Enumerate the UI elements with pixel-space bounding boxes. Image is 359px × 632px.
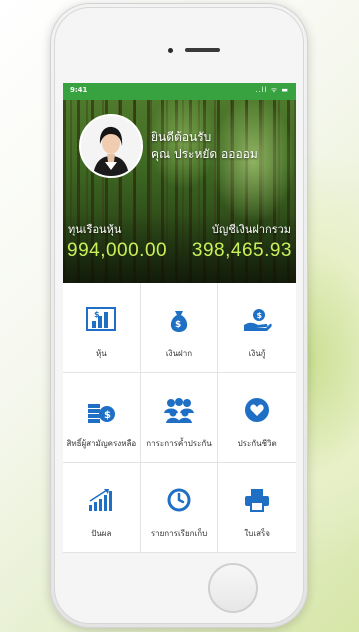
svg-text:$: $: [104, 410, 111, 421]
deposit-total-label: บัญชีเงินฝากรวม: [211, 223, 291, 236]
clock-icon: [162, 485, 196, 515]
status-icons: ..ll ᯤ ▬: [255, 86, 289, 94]
money-bag-icon: $: [162, 305, 196, 335]
share-capital-label: ทุนเรือนหุ้น: [68, 223, 122, 236]
menu-label: การะการค้ำประกัน: [146, 439, 212, 448]
menu-label: เงินฝาก: [165, 349, 193, 358]
home-button[interactable]: [208, 563, 258, 613]
profile-header: ยินดีต้อนรับ คุณ ประหยัด ออออม ทุนเรือนห…: [63, 100, 296, 283]
menu-item-dividend[interactable]: ปันผล: [63, 463, 141, 553]
menu-item-deposit[interactable]: $ เงินฝาก: [140, 283, 219, 373]
printer-icon: [240, 485, 274, 515]
app-screen: 9:41 ..ll ᯤ ▬ ยินดีต้อนรับ คุณ ประหยัด อ…: [63, 83, 296, 553]
menu-label: ใบเสร็จ: [244, 529, 270, 538]
menu-item-billing[interactable]: รายการเรียกเก็บ: [140, 463, 219, 553]
menu-grid: $ หุ้น $ เงินฝาก $ เงินกู้ $ สิทธิ์ผู้สา…: [63, 283, 296, 553]
menu-item-life-insurance[interactable]: ประกันชีวิต: [218, 373, 296, 463]
group-people-icon: [162, 395, 196, 425]
menu-item-receipt[interactable]: ใบเสร็จ: [218, 463, 296, 553]
svg-text:$: $: [94, 310, 100, 319]
speaker-grille: [185, 48, 220, 52]
svg-text:$: $: [257, 311, 263, 320]
menu-label: ประกันชีวิต: [237, 439, 277, 448]
coins-stack-icon: $: [84, 395, 118, 425]
status-bar: 9:41 ..ll ᯤ ▬: [63, 83, 296, 100]
user-name: คุณ ประหยัด ออออม: [151, 147, 258, 161]
camera-icon: [168, 48, 173, 53]
menu-label: หุ้น: [95, 349, 107, 358]
svg-text:$: $: [175, 320, 181, 330]
share-capital-value: 994,000.00: [67, 240, 168, 261]
avatar[interactable]: [79, 114, 143, 178]
menu-label: เงินกู้: [248, 349, 266, 358]
menu-item-loan[interactable]: $ เงินกู้: [218, 283, 296, 373]
loan-hand-icon: $: [240, 305, 274, 335]
growth-chart-icon: [84, 485, 118, 515]
status-time: 9:41: [70, 86, 88, 94]
menu-item-member-rights[interactable]: $ สิทธิ์ผู้สามัญครงหลือ: [63, 373, 141, 463]
stock-chart-icon: $: [84, 305, 118, 335]
heart-shield-icon: [240, 395, 274, 425]
menu-item-shares[interactable]: $ หุ้น: [63, 283, 141, 373]
menu-label: รายการเรียกเก็บ: [150, 529, 208, 538]
menu-label: ปันผล: [91, 529, 112, 538]
avatar-portrait: [81, 116, 141, 176]
menu-item-guarantee[interactable]: การะการค้ำประกัน: [140, 373, 219, 463]
menu-label: สิทธิ์ผู้สามัญครงหลือ: [66, 439, 137, 448]
deposit-total-value: 398,465.93: [191, 240, 292, 261]
